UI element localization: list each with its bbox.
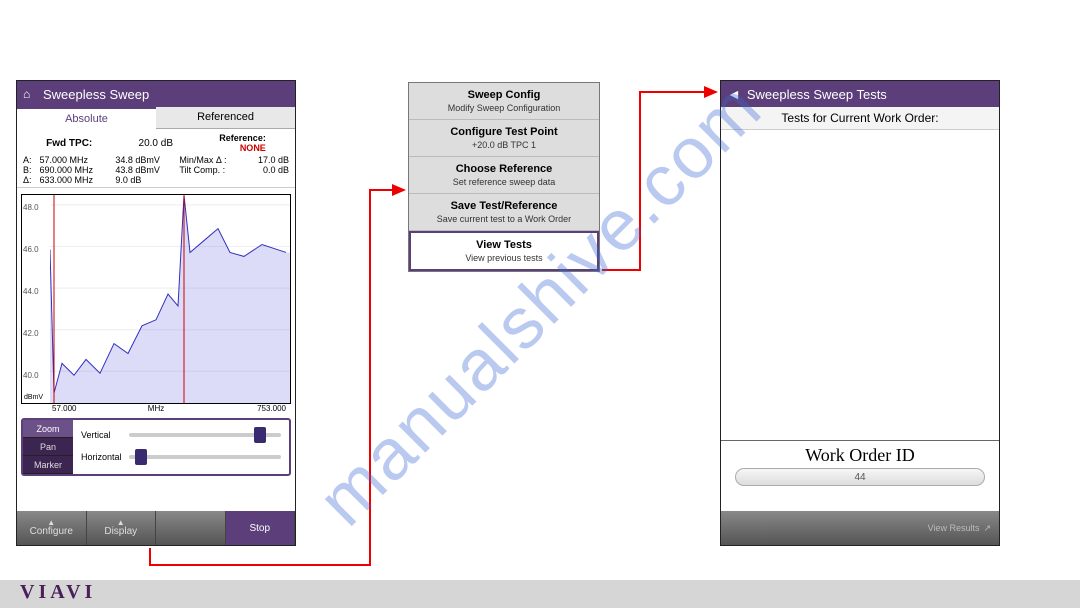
sweep-chart[interactable]: 48.0 46.0 44.0 42.0 40.0 dBmV 57.000 MHz…	[21, 194, 291, 404]
pan-button[interactable]: Pan	[23, 438, 73, 456]
back-icon[interactable]: ◄	[727, 86, 741, 102]
footer-bar	[0, 580, 1080, 608]
screen1-title: Sweepless Sweep	[43, 87, 149, 102]
zoom-button[interactable]: Zoom	[23, 420, 73, 438]
display-popup-menu: Sweep ConfigModify Sweep Configuration C…	[408, 82, 600, 272]
vertical-label: Vertical	[81, 430, 129, 440]
fwd-tpc-label: Fwd TPC:	[46, 138, 92, 149]
menu-configure-test-point[interactable]: Configure Test Point+20.0 dB TPC 1	[409, 120, 599, 157]
screen1-bottom-bar: ▲Configure ▲Display Stop	[17, 511, 295, 545]
menu-view-tests[interactable]: View TestsView previous tests	[409, 231, 599, 271]
zoom-control-box: Zoom Pan Marker Vertical Horizontal	[21, 418, 291, 476]
tests-for-label: Tests for Current Work Order:	[721, 107, 999, 130]
home-icon[interactable]: ⌂	[23, 87, 37, 101]
display-button[interactable]: ▲Display	[87, 511, 157, 545]
menu-save-test[interactable]: Save Test/ReferenceSave current test to …	[409, 194, 599, 231]
tab-absolute[interactable]: Absolute	[17, 107, 156, 129]
stop-button[interactable]: Stop	[226, 511, 296, 545]
view-results-button[interactable]: View Results	[928, 523, 980, 533]
chart-svg	[50, 195, 290, 403]
menu-sweep-config[interactable]: Sweep ConfigModify Sweep Configuration	[409, 83, 599, 120]
horizontal-slider[interactable]	[129, 455, 281, 459]
screen2-bottom-bar: View Results ↗	[721, 511, 999, 545]
marker-table: A:57.000 MHz34.8 dBmV Min/Max Δ :17.0 dB…	[17, 155, 295, 188]
screen-sweepless-sweep: ⌂ Sweepless Sweep Absolute Referenced Fw…	[16, 80, 296, 546]
fwd-tpc-value: 20.0 dB	[139, 138, 173, 149]
reference-block: Reference: NONE	[219, 133, 266, 153]
vertical-slider[interactable]	[129, 433, 281, 437]
external-icon: ↗	[983, 523, 991, 534]
marker-button[interactable]: Marker	[23, 456, 73, 474]
configure-button[interactable]: ▲Configure	[17, 511, 87, 545]
work-order-id-button[interactable]: 44	[735, 468, 985, 486]
brand-logo: VIAVI	[20, 581, 96, 604]
horizontal-label: Horizontal	[81, 452, 129, 462]
screen-sweep-tests: ◄ Sweepless Sweep Tests Tests for Curren…	[720, 80, 1000, 546]
work-order-id-label: Work Order ID	[721, 440, 999, 468]
menu-choose-reference[interactable]: Choose ReferenceSet reference sweep data	[409, 157, 599, 194]
spacer	[156, 511, 226, 545]
tab-referenced[interactable]: Referenced	[156, 107, 295, 129]
screen1-header: ⌂ Sweepless Sweep	[17, 81, 295, 107]
screen2-title: Sweepless Sweep Tests	[747, 87, 887, 102]
tests-list-empty	[721, 130, 999, 440]
